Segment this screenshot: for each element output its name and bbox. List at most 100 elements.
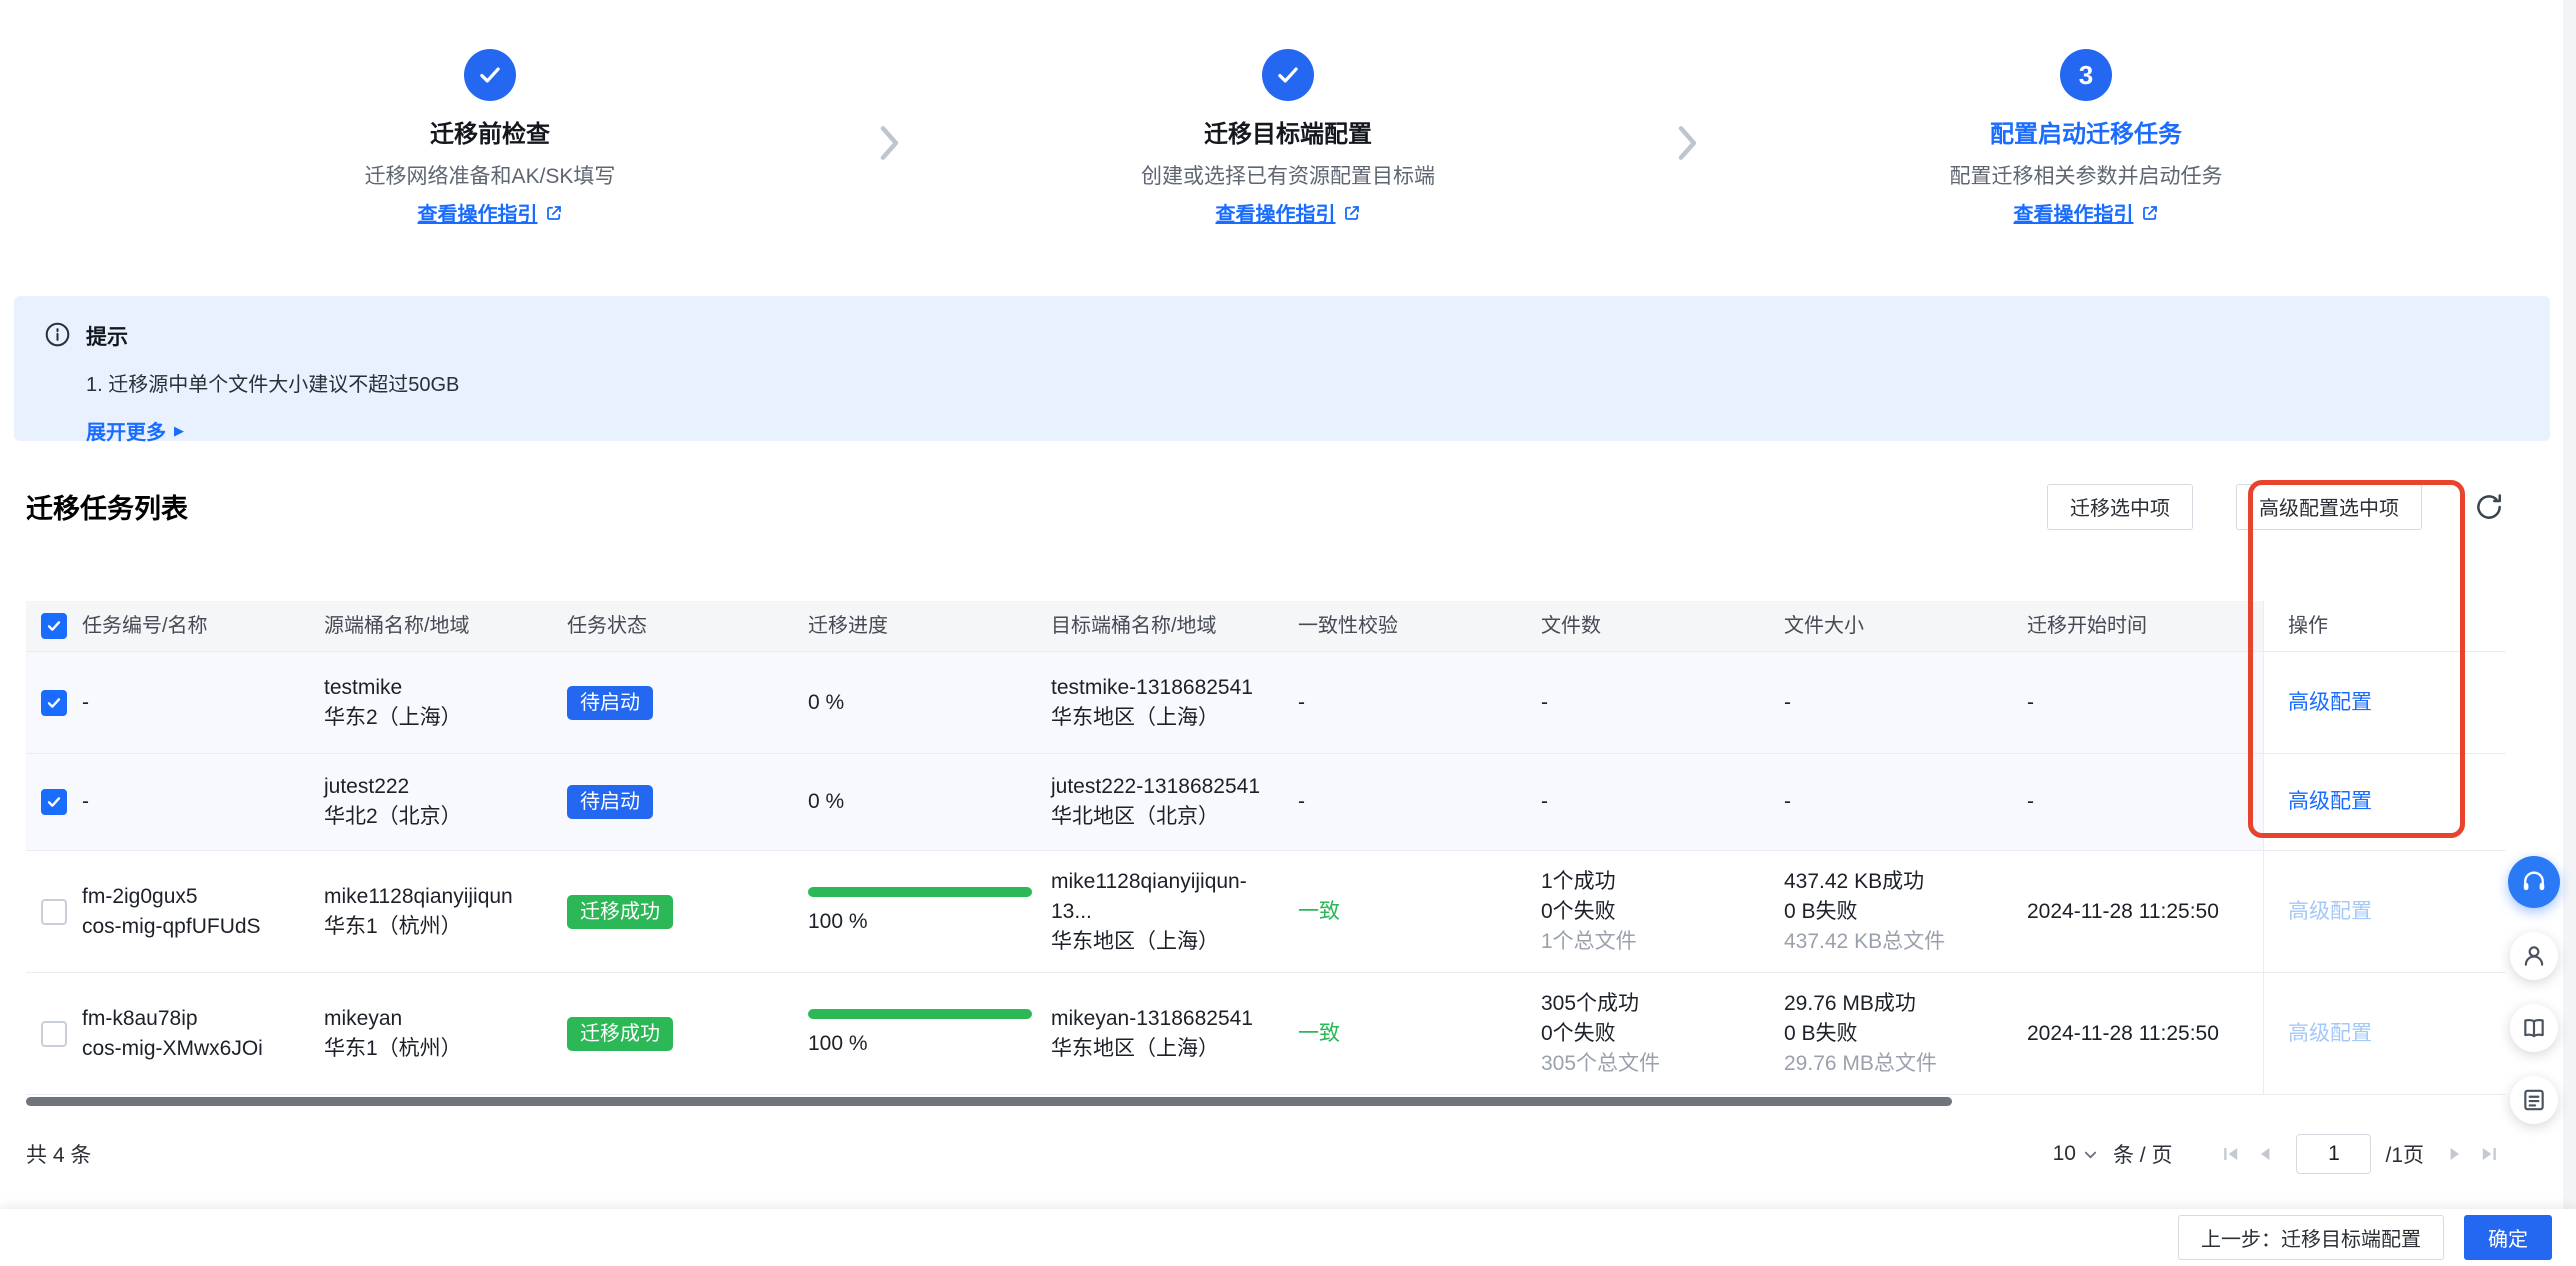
start-time-cell: - <box>2027 754 2263 850</box>
advanced-config-link[interactable]: 高级配置 <box>2288 688 2372 718</box>
column-header-action: 操作 <box>2263 601 2506 651</box>
expand-more-link[interactable]: 展开更多 ▶ <box>86 416 459 445</box>
task-id-name-cell: - <box>82 754 324 850</box>
step-3-guide-link-label: 查看操作指引 <box>2014 198 2134 227</box>
step-2-title: 迁移目标端配置 <box>1204 114 1372 149</box>
advanced-config-link[interactable]: 高级配置 <box>2288 897 2372 927</box>
migration-stepper: 迁移前检查 迁移网络准备和AK/SK填写 查看操作指引 迁移目标端配置 创建或选… <box>0 0 2576 285</box>
step-3-launch-task: 3 配置启动迁移任务 配置迁移相关参数并启动任务 查看操作指引 <box>1826 49 2346 285</box>
source-bucket-cell: mikeyan 华东1（杭州） <box>324 973 567 1094</box>
step-2-guide-link[interactable]: 查看操作指引 <box>1216 198 1361 227</box>
column-header-target-bucket: 目标端桶名称/地域 <box>1051 601 1298 651</box>
previous-step-button[interactable]: 上一步：迁移目标端配置 <box>2178 1215 2444 1260</box>
advanced-config-selected-button[interactable]: 高级配置选中项 <box>2236 484 2422 530</box>
progress-text: 100 % <box>808 1029 868 1059</box>
migrate-selected-button[interactable]: 迁移选中项 <box>2047 484 2193 530</box>
file-size-cell: 437.42 KB成功 0 B失败 437.42 KB总文件 <box>1784 851 2027 972</box>
target-bucket-cell: testmike-1318682541 华东地区（上海） <box>1051 652 1298 753</box>
row-checkbox[interactable] <box>41 789 67 815</box>
status-cell: 待启动 <box>567 652 808 753</box>
target-bucket-cell: jutest222-1318682541 华北地区（北京） <box>1051 754 1298 850</box>
column-header-task-id-name: 任务编号/名称 <box>82 601 324 651</box>
status-badge: 待启动 <box>567 785 653 819</box>
previous-page-button[interactable] <box>2248 1137 2282 1171</box>
step-1-guide-link-label: 查看操作指引 <box>418 198 538 227</box>
status-cell: 待启动 <box>567 754 808 850</box>
refresh-button[interactable] <box>2472 490 2506 524</box>
status-cell: 迁移成功 <box>567 851 808 972</box>
consistency-cell: - <box>1298 652 1541 753</box>
table-row: - testmike 华东2（上海） 待启动 0 % testmike-1318… <box>26 652 2506 754</box>
progress-text: 0 % <box>808 787 844 817</box>
step-2-desc: 创建或选择已有资源配置目标端 <box>1141 160 1435 190</box>
confirm-button[interactable]: 确定 <box>2464 1215 2552 1260</box>
status-badge: 迁移成功 <box>567 1017 673 1051</box>
last-page-button[interactable] <box>2472 1137 2506 1171</box>
docs-button[interactable] <box>2510 1004 2558 1052</box>
user-icon <box>2521 943 2547 969</box>
step-1-precheck: 迁移前检查 迁移网络准备和AK/SK填写 查看操作指引 <box>230 49 750 285</box>
page-scrollbar[interactable] <box>2563 0 2576 1266</box>
task-list-header: 迁移任务列表 迁移选中项 高级配置选中项 <box>26 476 2506 537</box>
floating-side-buttons <box>2508 856 2560 1124</box>
column-header-consistency: 一致性校验 <box>1298 601 1541 651</box>
column-header-status: 任务状态 <box>567 601 808 651</box>
file-size-cell: - <box>1784 652 2027 753</box>
chevron-down-icon <box>2083 1147 2098 1162</box>
check-icon <box>1262 49 1314 101</box>
row-checkbox[interactable] <box>41 690 67 716</box>
task-id-name-cell: - <box>82 652 324 753</box>
triangle-right-icon: ▶ <box>174 424 184 437</box>
action-cell: 高级配置 <box>2263 652 2506 753</box>
support-button[interactable] <box>2508 856 2560 908</box>
column-header-start-time: 迁移开始时间 <box>2027 601 2263 651</box>
expand-more-label: 展开更多 <box>86 416 166 445</box>
file-count-cell: 1个成功 0个失败 1个总文件 <box>1541 851 1784 972</box>
first-page-button[interactable] <box>2214 1137 2248 1171</box>
survey-button[interactable] <box>2510 1076 2558 1124</box>
source-bucket-cell: jutest222 华北2（北京） <box>324 754 567 850</box>
external-link-icon <box>545 204 563 222</box>
notice-body: 提示 1. 迁移源中单个文件大小建议不超过50GB 展开更多 ▶ <box>86 321 459 445</box>
feedback-button[interactable] <box>2510 932 2558 980</box>
info-icon <box>44 321 71 348</box>
start-time-cell: 2024-11-28 11:25:50 <box>2027 851 2263 972</box>
column-header-file-count: 文件数 <box>1541 601 1784 651</box>
row-checkbox[interactable] <box>41 899 67 925</box>
form-icon <box>2521 1087 2547 1113</box>
total-pages-label: /1页 <box>2385 1139 2424 1169</box>
book-icon <box>2521 1015 2547 1041</box>
table-row: fm-2ig0gux5 cos-mig-qpfUFUdS mike1128qia… <box>26 851 2506 973</box>
consistency-cell: 一致 <box>1298 973 1541 1094</box>
file-count-cell: 305个成功 0个失败 305个总文件 <box>1541 973 1784 1094</box>
progress-bar <box>808 1009 1032 1019</box>
select-all-checkbox[interactable] <box>41 613 67 639</box>
refresh-icon <box>2474 492 2504 522</box>
step-3-guide-link[interactable]: 查看操作指引 <box>2014 198 2159 227</box>
advanced-config-link[interactable]: 高级配置 <box>2288 1019 2372 1049</box>
check-icon <box>464 49 516 101</box>
notice-line-1: 1. 迁移源中单个文件大小建议不超过50GB <box>86 368 459 397</box>
page-size-value: 10 <box>2053 1142 2076 1166</box>
task-id-name-cell: fm-k8au78ip cos-mig-XMwx6JOi <box>82 973 324 1094</box>
progress-cell: 0 % <box>808 652 1051 753</box>
next-page-button[interactable] <box>2438 1137 2472 1171</box>
page-number-input[interactable] <box>2296 1134 2371 1174</box>
action-cell: 高级配置 <box>2263 973 2506 1094</box>
column-header-file-size: 文件大小 <box>1784 601 2027 651</box>
step-3-number-badge: 3 <box>2060 49 2112 101</box>
notice-banner: 提示 1. 迁移源中单个文件大小建议不超过50GB 展开更多 ▶ <box>14 296 2550 441</box>
step-1-guide-link[interactable]: 查看操作指引 <box>418 198 563 227</box>
consistency-cell: 一致 <box>1298 851 1541 972</box>
progress-bar <box>808 887 1032 897</box>
step-3-desc: 配置迁移相关参数并启动任务 <box>1950 160 2223 190</box>
advanced-config-link[interactable]: 高级配置 <box>2288 787 2372 817</box>
progress-text: 0 % <box>808 688 844 718</box>
migration-task-list-section: 迁移任务列表 迁移选中项 高级配置选中项 任务编号/名称 源端桶名称/地域 任务… <box>26 476 2506 1175</box>
file-size-cell: - <box>1784 754 2027 850</box>
chevron-right-icon <box>874 124 904 285</box>
horizontal-scrollbar-thumb[interactable] <box>26 1097 1952 1106</box>
row-checkbox[interactable] <box>41 1021 67 1047</box>
page-size-select[interactable]: 10 <box>2053 1142 2098 1166</box>
step-2-target-config: 迁移目标端配置 创建或选择已有资源配置目标端 查看操作指引 <box>1028 49 1548 285</box>
